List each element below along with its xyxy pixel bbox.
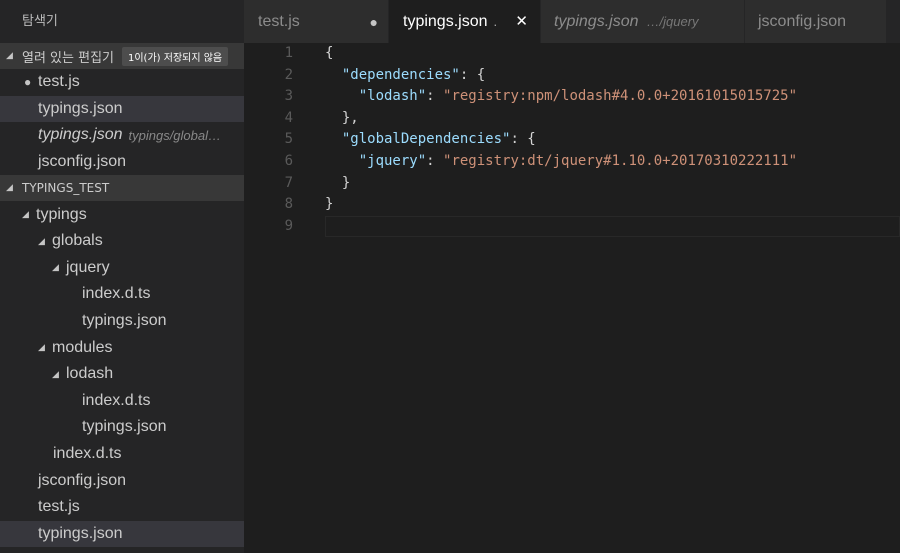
code-line[interactable] — [325, 216, 900, 238]
code-editor[interactable]: 1 2 3 4 5 6 7 8 9 { "dependencies": { "l… — [244, 43, 900, 553]
tree-folder-modules[interactable]: ◢ modules — [0, 334, 244, 361]
tab-path: . — [493, 14, 498, 29]
tree-file-typings-json[interactable]: typings.json — [0, 414, 244, 441]
line-number: 1 — [284, 45, 293, 61]
line-number: 5 — [284, 131, 293, 148]
line-number: 7 — [284, 174, 293, 191]
tab-test-js[interactable]: test.js ● — [244, 0, 389, 43]
tab-label: typings.json — [403, 12, 488, 30]
line-number-gutter: 1 2 3 4 5 6 7 8 9 — [244, 43, 293, 237]
open-editor-item-typings-json-preview[interactable]: typings.json typings/global… — [0, 122, 244, 149]
tree-item-label: typings.json — [82, 418, 167, 436]
tree-item-label: index.d.ts — [82, 285, 151, 303]
tree-item-label: jquery — [66, 258, 110, 276]
line-number: 4 — [284, 109, 293, 126]
chevron-down-icon: ◢ — [52, 368, 59, 379]
tree-item-label: index.d.ts — [53, 445, 122, 463]
open-editors-label: 열려 있는 편집기 — [22, 50, 114, 66]
tab-typings-json-active[interactable]: typings.json . ✕ — [389, 0, 541, 43]
tree-item-label: typings.json — [82, 312, 167, 330]
chevron-down-icon: ◢ — [22, 209, 29, 220]
code-line[interactable]: "globalDependencies": { — [325, 129, 900, 151]
tree-file-jsconfig-json[interactable]: jsconfig.json — [0, 467, 244, 494]
line-number: 6 — [284, 152, 293, 169]
tree-item-label: typings — [36, 205, 87, 223]
workspace-label: TYPINGS_TEST — [22, 181, 110, 196]
close-icon[interactable]: ✕ — [515, 12, 528, 30]
open-editor-path: typings/global… — [128, 127, 222, 143]
explorer-sidebar: 탐색기 ◢ 열려 있는 편집기 1이(가) 저장되지 않음 ● test.js … — [0, 0, 244, 553]
tree-item-label: test.js — [38, 498, 80, 516]
code-line[interactable]: "lodash": "registry:npm/lodash#4.0.0+201… — [325, 86, 900, 108]
code-line[interactable]: }, — [325, 108, 900, 130]
tab-jsconfig-json[interactable]: jsconfig.json — [745, 0, 887, 43]
open-editor-label: jsconfig.json — [38, 153, 127, 171]
chevron-down-icon: ◢ — [38, 235, 45, 246]
tree-item-label: lodash — [66, 365, 114, 383]
tree-item-label: modules — [52, 338, 113, 356]
open-editor-label: typings.json — [38, 126, 123, 144]
tree-item-label: globals — [52, 232, 103, 250]
tree-file-index-d-ts[interactable]: index.d.ts — [0, 388, 244, 415]
tree-item-label: jsconfig.json — [38, 471, 127, 489]
tree-file-index-d-ts[interactable]: index.d.ts — [0, 441, 244, 468]
tab-label: typings.json — [554, 12, 639, 30]
code-line[interactable]: "jquery": "registry:dt/jquery#1.10.0+201… — [325, 151, 900, 173]
chevron-down-icon: ◢ — [52, 262, 59, 273]
open-editor-item-jsconfig-json[interactable]: jsconfig.json — [0, 149, 244, 176]
code-line[interactable]: "dependencies": { — [325, 65, 900, 87]
tree-item-label: typings.json — [38, 524, 123, 542]
workspace-header[interactable]: ◢ TYPINGS_TEST — [0, 175, 244, 202]
chevron-down-icon: ◢ — [38, 342, 45, 353]
tree-folder-lodash[interactable]: ◢ lodash — [0, 361, 244, 388]
tree-folder-globals[interactable]: ◢ globals — [0, 228, 244, 255]
unsaved-dot-icon[interactable]: ● — [370, 14, 378, 30]
tree-folder-typings[interactable]: ◢ typings — [0, 201, 244, 228]
line-number: 3 — [284, 88, 293, 105]
tree-file-typings-json-selected[interactable]: typings.json — [0, 520, 244, 548]
tree-folder-jquery[interactable]: ◢ jquery — [0, 255, 244, 282]
unsaved-badge: 1이(가) 저장되지 않음 — [122, 46, 229, 66]
code-line[interactable]: } — [325, 194, 900, 216]
tab-typings-json-preview[interactable]: typings.json …/jquery — [541, 0, 745, 43]
tree-item-label: index.d.ts — [82, 391, 151, 409]
unsaved-dot-icon: ● — [24, 75, 32, 90]
line-number: 9 — [284, 217, 293, 234]
line-number: 2 — [284, 66, 293, 83]
tree-file-index-d-ts[interactable]: index.d.ts — [0, 281, 244, 308]
open-editors-header[interactable]: ◢ 열려 있는 편집기 1이(가) 저장되지 않음 — [0, 43, 244, 69]
open-editor-label: test.js — [38, 73, 80, 91]
line-number: 8 — [284, 196, 293, 213]
tab-label: jsconfig.json — [758, 12, 847, 30]
chevron-down-icon: ◢ — [6, 51, 13, 61]
tree-file-test-js[interactable]: test.js — [0, 494, 244, 521]
explorer-title: 탐색기 — [22, 14, 58, 29]
code-lines[interactable]: { "dependencies": { "lodash": "registry:… — [325, 43, 900, 237]
open-editor-item-test-js[interactable]: ● test.js — [0, 69, 244, 96]
code-line[interactable]: { — [325, 43, 900, 65]
editor-tab-bar: test.js ● typings.json . ✕ typings.json … — [244, 0, 900, 43]
open-editor-item-typings-json[interactable]: typings.json — [0, 95, 244, 123]
code-line[interactable]: } — [325, 173, 900, 195]
open-editor-label: typings.json — [38, 99, 123, 117]
tab-path: …/jquery — [646, 14, 699, 29]
tree-file-typings-json[interactable]: typings.json — [0, 308, 244, 335]
tab-label: test.js — [258, 12, 300, 30]
chevron-down-icon: ◢ — [6, 183, 13, 194]
